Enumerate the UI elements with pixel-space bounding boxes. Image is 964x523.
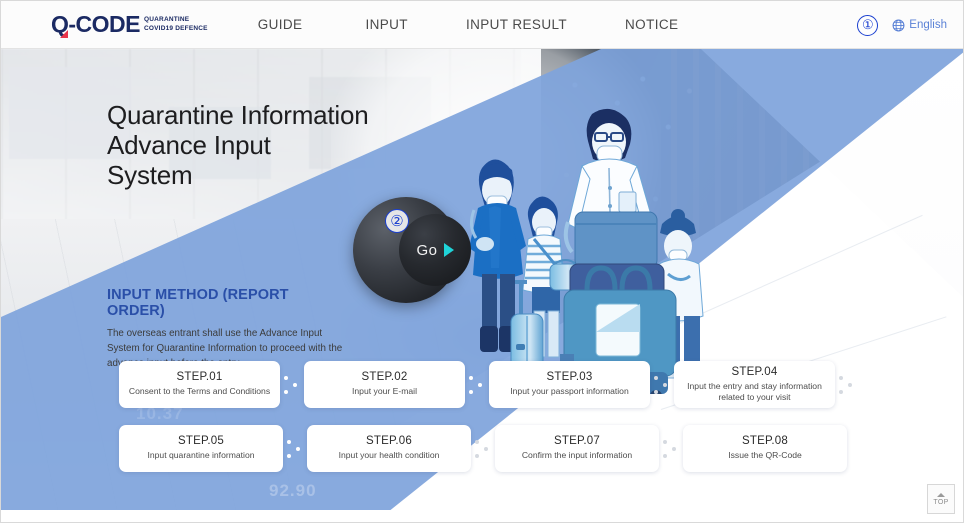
go-button-area[interactable]: ② Go <box>353 197 471 303</box>
hero-title-line-1: Quarantine Information <box>107 100 369 130</box>
step-separator-dots <box>280 370 304 400</box>
step-card-title: STEP.08 <box>742 435 788 448</box>
steps-grid: STEP.01 Consent to the Terms and Conditi… <box>119 361 859 472</box>
step-card-title: STEP.06 <box>366 435 412 448</box>
globe-icon <box>892 19 905 31</box>
logo-subtitle: QUARANTINE COVID19 DEFENCE <box>144 16 208 36</box>
scroll-to-top-button[interactable]: TOP <box>927 484 955 514</box>
step-card-4[interactable]: STEP.04 Input the entry and stay informa… <box>674 361 835 408</box>
hero-title-line-3: System <box>107 159 193 190</box>
go-button-label: Go <box>416 241 438 259</box>
site-header: Q-CODE QUARANTINE COVID19 DEFENCE GUIDE … <box>1 1 963 49</box>
nav-item-input-result[interactable]: INPUT RESULT <box>466 17 567 32</box>
step-separator-dots <box>465 370 489 400</box>
section-title: INPUT METHOD (REPORT ORDER) <box>107 287 289 319</box>
logo-subtitle-line-1: QUARANTINE <box>144 16 190 24</box>
step-card-1[interactable]: STEP.01 Consent to the Terms and Conditi… <box>119 361 280 408</box>
nav-item-guide[interactable]: GUIDE <box>258 17 303 32</box>
play-arrow-icon <box>443 243 454 257</box>
step-card-title: STEP.07 <box>554 435 600 448</box>
step-card-5[interactable]: STEP.05 Input quarantine information <box>119 425 283 472</box>
step-card-desc: Input quarantine information <box>147 450 255 461</box>
qcode-landing-page: 92.90 10.37 81.5 Quarantine Information … <box>0 0 964 523</box>
step-separator-dots <box>283 434 307 464</box>
hero-title-line-2: Advance Input <box>107 129 271 160</box>
step-card-title: STEP.03 <box>546 371 593 384</box>
step-card-title: STEP.05 <box>178 435 224 448</box>
nav-item-notice[interactable]: NOTICE <box>625 17 678 32</box>
header-right-area: ① English <box>857 1 947 49</box>
logo-main-text: Q-CODE <box>51 11 141 38</box>
step-card-desc: Input your passport information <box>510 386 629 397</box>
step-card-2[interactable]: STEP.02 Input your E-mail <box>304 361 465 408</box>
step-separator-dots <box>659 434 683 464</box>
steps-row-1: STEP.01 Consent to the Terms and Conditi… <box>119 361 859 408</box>
site-logo[interactable]: Q-CODE QUARANTINE COVID19 DEFENCE <box>51 11 208 38</box>
step-card-title: STEP.02 <box>361 371 408 384</box>
language-selector[interactable]: English <box>892 19 947 32</box>
decor-number-0: 92.90 <box>269 481 317 500</box>
logo-wordmark: Q-CODE <box>51 11 141 37</box>
step-card-desc: Confirm the input information <box>521 450 633 461</box>
step-card-7[interactable]: STEP.07 Confirm the input information <box>495 425 659 472</box>
logo-subtitle-line-2: COVID19 DEFENCE <box>144 25 208 33</box>
language-label: English <box>909 19 947 31</box>
go-button[interactable]: Go <box>399 214 471 286</box>
step-card-desc: Issue the QR-Code <box>728 450 802 461</box>
step-card-title: STEP.01 <box>176 371 223 384</box>
annotation-marker-2: ② <box>385 209 409 233</box>
step-card-desc: Consent to the Terms and Conditions <box>128 386 271 397</box>
main-navigation: GUIDE INPUT INPUT RESULT NOTICE <box>250 17 679 32</box>
arrow-up-icon <box>937 492 945 497</box>
annotation-marker-1: ① <box>857 14 879 36</box>
step-separator-dots <box>835 370 859 400</box>
nav-item-input[interactable]: INPUT <box>365 17 408 32</box>
hero-title: Quarantine Information Advance Input Sys… <box>107 100 369 191</box>
bottom-strip <box>1 510 963 522</box>
step-card-3[interactable]: STEP.03 Input your passport information <box>489 361 650 408</box>
step-card-desc: Input your E-mail <box>352 386 417 397</box>
step-card-6[interactable]: STEP.06 Input your health condition <box>307 425 471 472</box>
step-card-title: STEP.04 <box>731 365 778 378</box>
travelers-illustration <box>456 104 716 402</box>
scroll-to-top-label: TOP <box>933 498 949 506</box>
step-card-desc: Input your health condition <box>338 450 440 461</box>
step-card-8[interactable]: STEP.08 Issue the QR-Code <box>683 425 847 472</box>
steps-row-2: STEP.05 Input quarantine information STE… <box>119 425 859 472</box>
step-separator-dots <box>471 434 495 464</box>
step-separator-dots <box>650 370 674 400</box>
input-method-section: INPUT METHOD (REPORT ORDER) The overseas… <box>107 287 347 372</box>
step-card-desc: Input the entry and stay information rel… <box>687 380 822 402</box>
